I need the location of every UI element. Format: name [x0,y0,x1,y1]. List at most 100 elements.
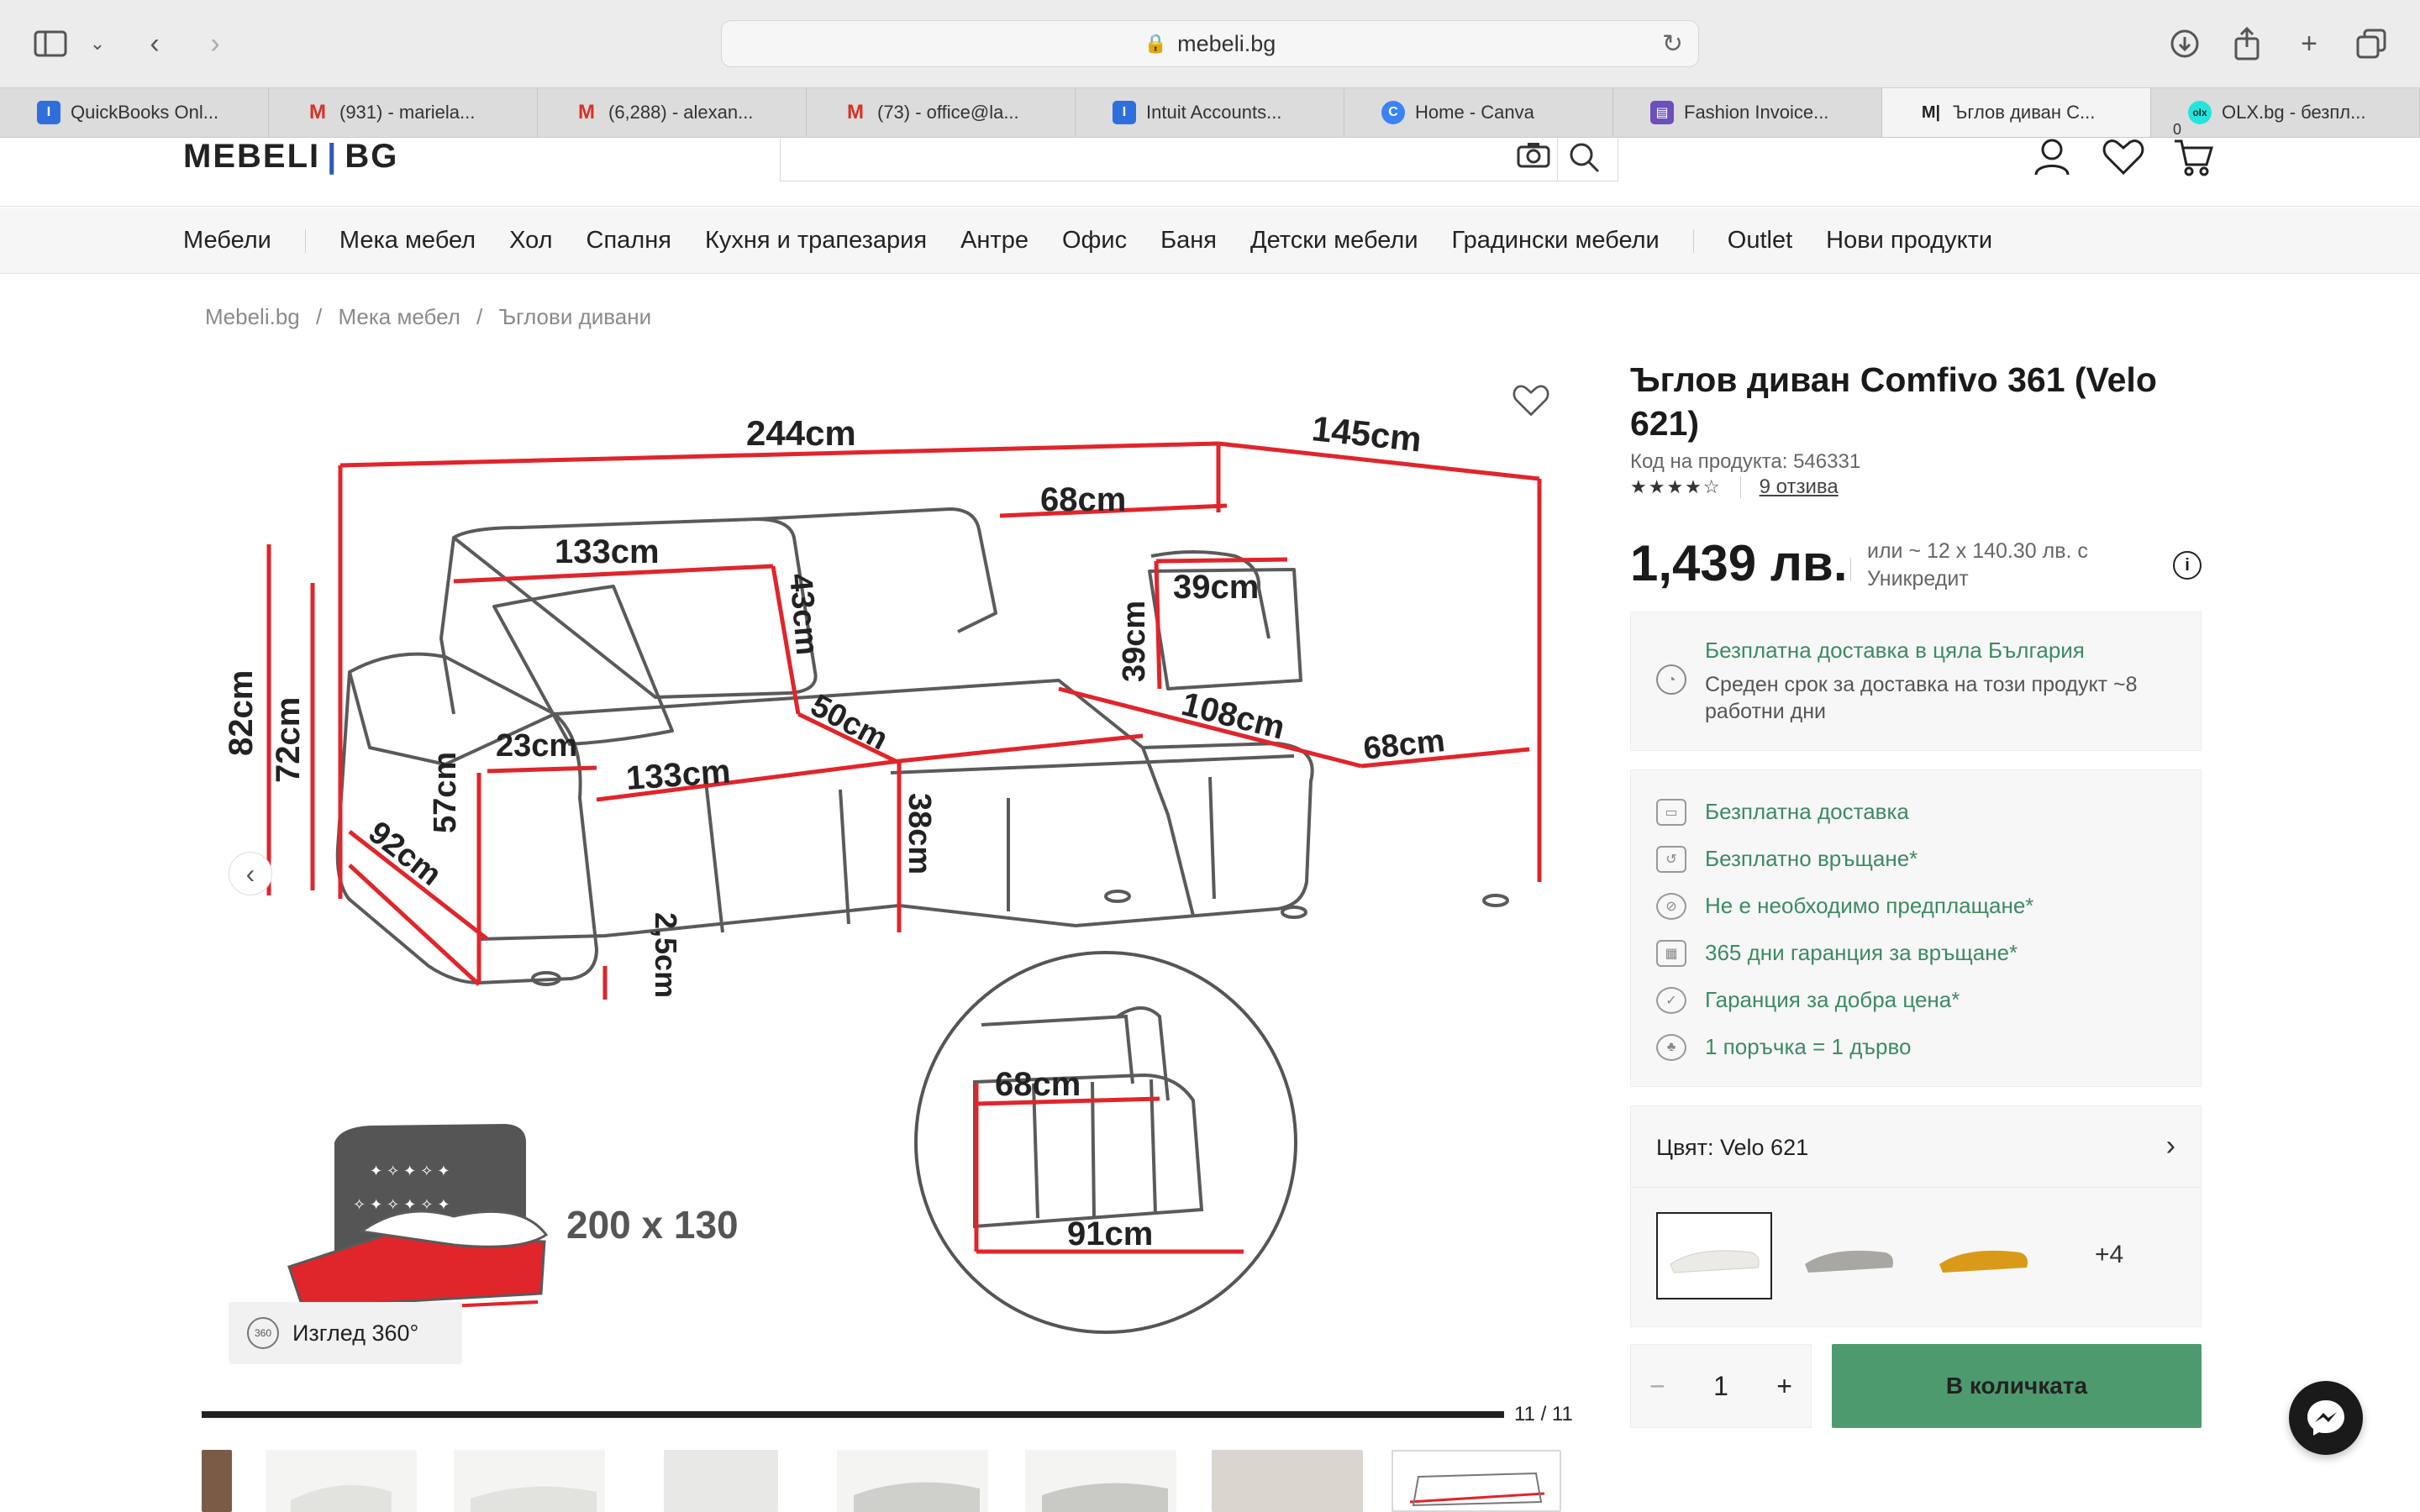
tab-overview-icon[interactable] [2349,22,2393,66]
benefit-free-delivery: Безплатна доставка [1705,799,1909,824]
tree-icon: ♣ [1656,1034,1686,1061]
gmail-icon: M [309,101,326,123]
nav-divider [1692,228,1694,253]
quickbooks-icon: I [37,101,60,124]
rotate-360-icon: 360 [247,1317,279,1349]
dimension-label: 72cm [270,697,307,783]
nav-item-ofis[interactable]: Офис [1062,227,1127,255]
messenger-chat-button[interactable] [2289,1381,2363,1455]
info-icon[interactable]: i [2173,551,2202,580]
breadcrumb-link-home[interactable]: Mebeli.bg [205,304,300,329]
dimension-label: 133cm [625,753,732,797]
tab-canva[interactable]: C Home - Canva [1344,88,1613,137]
thumbnail[interactable] [1025,1450,1176,1512]
color-swatch-selected[interactable] [1656,1212,1772,1299]
tab-label: OLX.bg - безпл... [2222,102,2366,123]
dimension-label: 2,5cm [649,912,683,998]
delivery-box: ◔ Безплатна доставка в цяла България Сре… [1630,612,2202,751]
nav-item-detski[interactable]: Детски мебели [1250,227,1418,255]
dimension-label: 38cm [902,793,937,874]
quantity-value[interactable]: 1 [1713,1371,1728,1402]
dimension-label: 133cm [555,533,660,570]
nav-item-spalnya[interactable]: Спалня [587,227,671,255]
chevron-down-icon[interactable]: ⌄ [76,22,119,66]
thumbnail[interactable] [837,1450,988,1512]
truck-icon: ▭ [1656,799,1686,826]
thumbnail[interactable] [266,1450,417,1512]
search-input[interactable] [780,134,1618,181]
tab-mebeli-active[interactable]: M| Ъглов диван С... [1882,88,2151,137]
dimension-label: 39cm [1117,601,1152,682]
tab-gmail-office[interactable]: M (73) - office@la... [807,88,1076,137]
quantity-increase-button[interactable]: + [1776,1371,1792,1402]
reload-icon[interactable]: ↻ [1662,29,1683,59]
tab-olx[interactable]: olx OLX.bg - безпл... [2151,88,2420,137]
tab-gmail-alexan[interactable]: M (6,288) - alexan... [538,88,807,137]
no-prepayment-icon: ⊘ [1656,893,1686,920]
calendar-icon: ▦ [1656,940,1686,967]
cart-icon[interactable] [2173,138,2214,186]
add-to-wishlist-icon[interactable] [1512,383,1549,426]
color-label: Цвят: Velo 621 [1656,1135,1809,1160]
gmail-icon: M [578,101,595,123]
browser-toolbar: ⌄ ‹ › 🔒 mebeli.bg ↻ + [0,0,2420,87]
url-text: mebeli.bg [1177,30,1276,56]
bed-size-label: 200 x 130 [566,1203,739,1247]
price-divider [1850,558,1851,581]
share-icon[interactable] [2225,22,2269,66]
tab-fashion-invoice[interactable]: ▤ Fashion Invoice... [1613,88,1882,137]
wishlist-icon[interactable] [2102,138,2144,184]
download-icon[interactable] [2163,22,2207,66]
sidebar-toggle-icon[interactable] [29,22,72,66]
dimension-label: 39cm [1173,569,1259,606]
dimension-label: 68cm [995,1066,1081,1103]
thumbnail-selected[interactable] [1392,1450,1561,1512]
add-to-cart-button[interactable]: В количката [1832,1344,2202,1428]
address-bar[interactable]: 🔒 mebeli.bg ↻ [721,20,1699,67]
nav-item-outlet[interactable]: Outlet [1728,227,1792,255]
new-tab-icon[interactable]: + [2287,22,2331,66]
nav-item-meka-mebel[interactable]: Мека мебел [339,227,476,255]
tab-gmail-mariela[interactable]: M (931) - mariela... [269,88,538,137]
detail-circle [914,951,1297,1334]
camera-icon[interactable] [1517,141,1550,176]
forward-icon[interactable]: › [193,22,237,66]
nav-item-kuhnya[interactable]: Кухня и трапезария [705,227,927,255]
site-logo[interactable]: MEBELI | BG [183,138,398,176]
nav-item-hol[interactable]: Хол [509,227,552,255]
tab-quickbooks[interactable]: I QuickBooks Onl... [0,88,269,137]
more-colors-link[interactable]: +4 [2095,1241,2123,1269]
product-gallery-image[interactable]: 244cm 145cm 68cm 133cm 82cm 72cm 43cm 39… [202,361,1580,1361]
thumbnail[interactable] [202,1450,232,1512]
thumbnail[interactable] [454,1450,605,1512]
nav-item-mebeli[interactable]: Мебели [183,227,271,255]
nav-item-gradinski[interactable]: Градински мебели [1452,227,1660,255]
account-icon[interactable] [2033,138,2070,186]
breadcrumb-link-subcategory[interactable]: Ъглови дивани [499,304,652,329]
nav-item-antre[interactable]: Антре [960,227,1028,255]
color-swatch[interactable] [1791,1212,1907,1299]
gallery-counter: 11 / 11 [1514,1403,1573,1425]
benefit-no-prepayment: Не е необходимо предплащане* [1705,893,2034,918]
nav-item-banya[interactable]: Баня [1160,227,1217,255]
quantity-decrease-button[interactable]: − [1649,1371,1665,1402]
search-icon[interactable] [1557,134,1609,180]
color-swatch[interactable] [1925,1212,2041,1299]
back-icon[interactable]: ‹ [133,22,176,66]
return-icon: ↺ [1656,846,1686,873]
olx-icon: olx [2188,101,2212,124]
nav-item-novi[interactable]: Нови продукти [1826,227,1992,255]
dimension-label: 43cm [782,572,824,656]
quantity-stepper: − 1 + [1630,1344,1812,1428]
reviews-link[interactable]: 9 отзива [1760,475,1839,499]
breadcrumb-link-category[interactable]: Мека мебел [338,304,460,329]
delivery-title: Безплатна доставка в цяла България [1705,638,2085,663]
thumbnail[interactable] [664,1450,778,1512]
gallery-prev-arrow[interactable]: ‹ [229,852,272,895]
tab-label: (931) - mariela... [339,102,476,123]
tab-intuit[interactable]: I Intuit Accounts... [1076,88,1344,137]
product-title: Ъглов диван Comfivo 361 (Velo 621) [1630,360,2157,443]
thumbnail[interactable] [1212,1450,1363,1512]
view-360-button[interactable]: 360 Изглед 360° [229,1302,462,1364]
chevron-right-icon[interactable]: › [2166,1130,2175,1163]
